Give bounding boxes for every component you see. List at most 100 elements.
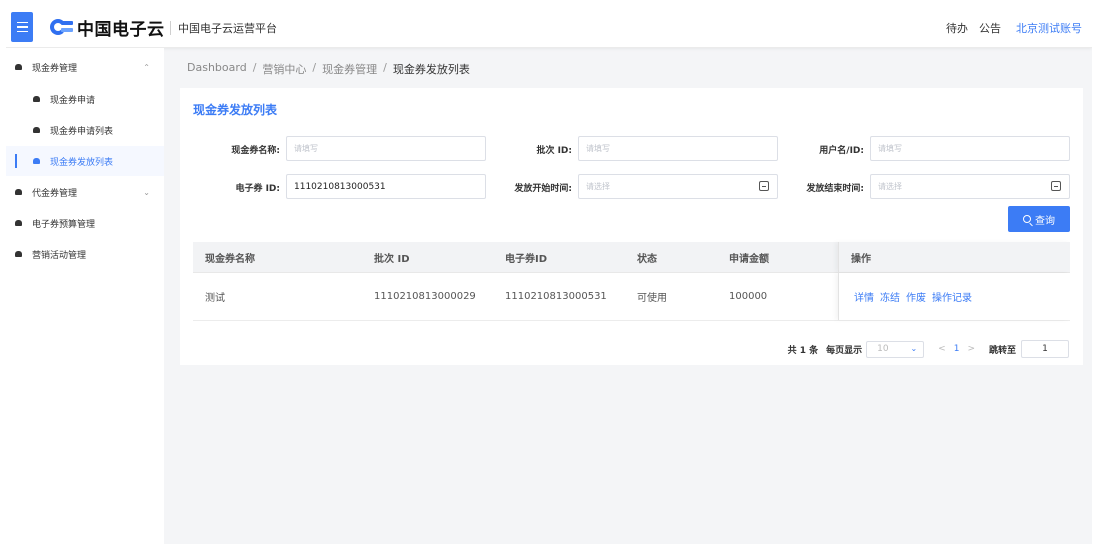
sidebar-item-label: 营销活动管理 bbox=[32, 250, 87, 261]
void-link[interactable]: 作废 bbox=[906, 289, 926, 304]
search-icon bbox=[1023, 215, 1031, 223]
breadcrumb-sep: / bbox=[383, 61, 387, 74]
issue-start-picker[interactable]: 请选择 bbox=[578, 174, 778, 199]
issue-end-picker[interactable]: 请选择 bbox=[870, 174, 1070, 199]
page-size-select[interactable]: 10 ⌄ bbox=[866, 340, 925, 358]
col-header-batch-id: 批次 ID bbox=[374, 253, 410, 265]
prev-page-button[interactable]: < bbox=[938, 344, 946, 354]
issue-start-label: 发放开始时间: bbox=[514, 184, 572, 194]
col-header-ecoupon-id: 电子券ID bbox=[505, 253, 548, 265]
sidebar-group-icon bbox=[15, 64, 22, 70]
chevron-down-icon: ⌄ bbox=[910, 343, 918, 353]
col-header-actions-label: 操作 bbox=[851, 253, 871, 265]
sidebar-item-cash-coupon-issue-list[interactable]: 现金券发放列表 bbox=[6, 146, 164, 176]
breadcrumb-current: 现金券发放列表 bbox=[392, 63, 470, 76]
table-header: 现金券名称 批次 ID 电子券ID 状态 申请金额 操作 bbox=[193, 242, 1070, 273]
main-card: 现金券发放列表 现金券名称: 请填写 批次 ID: 请填写 用户名/ID: 请填… bbox=[180, 88, 1083, 365]
page-number-1[interactable]: 1 bbox=[954, 344, 960, 354]
top-header: 中国电子云 中国电子云运营平台 待办 公告 北京测试账号 bbox=[6, 6, 1092, 48]
placeholder: 请填写 bbox=[878, 144, 902, 153]
sidebar-item-label: 现金券申请 bbox=[50, 95, 96, 106]
search-button[interactable]: 查询 bbox=[1008, 206, 1070, 232]
header-divider bbox=[170, 21, 171, 35]
freeze-link[interactable]: 冻结 bbox=[880, 289, 900, 304]
sidebar: 现金券管理 ⌃ 现金券申请 现金券申请列表 现金券发放列表 代金券管理 ⌄ 电子… bbox=[6, 48, 164, 544]
calendar-icon bbox=[1051, 181, 1061, 191]
chevron-down-icon: ⌄ bbox=[143, 187, 150, 197]
cell-name: 测试 bbox=[205, 293, 225, 304]
placeholder: 请选择 bbox=[878, 182, 902, 191]
sidebar-item-label: 现金券发放列表 bbox=[50, 157, 114, 168]
table-row: 测试 1110210813000029 1110210813000531 可使用… bbox=[193, 273, 1070, 321]
app-window: 中国电子云 中国电子云运营平台 待办 公告 北京测试账号 现金券管理 ⌃ 现金券… bbox=[6, 6, 1092, 544]
hamburger-menu-icon[interactable] bbox=[11, 12, 33, 42]
user-id-input[interactable]: 请填写 bbox=[870, 136, 1070, 161]
jump-page-input[interactable]: 1 bbox=[1021, 340, 1069, 358]
per-page-label: 每页显示 bbox=[826, 345, 863, 356]
logo-mark-icon bbox=[50, 18, 74, 36]
cell-status: 可使用 bbox=[637, 293, 667, 304]
ecoupon-id-input[interactable]: 1110210813000531 bbox=[286, 174, 486, 199]
next-page-button[interactable]: > bbox=[967, 344, 975, 354]
col-header-name: 现金券名称 bbox=[205, 253, 255, 265]
todo-link[interactable]: 待办 bbox=[946, 20, 968, 36]
sidebar-item-voucher-mgmt[interactable]: 代金券管理 ⌄ bbox=[6, 177, 164, 207]
placeholder: 请选择 bbox=[586, 182, 610, 191]
coupon-name-input[interactable]: 请填写 bbox=[286, 136, 486, 161]
active-indicator bbox=[15, 154, 17, 168]
col-header-status: 状态 bbox=[637, 253, 657, 265]
logo-text: 中国电子云 bbox=[77, 19, 165, 40]
coupon-name-label: 现金券名称: bbox=[231, 146, 280, 156]
batch-id-input[interactable]: 请填写 bbox=[578, 136, 778, 161]
breadcrumb-sep: / bbox=[252, 61, 257, 74]
sidebar-group-icon bbox=[15, 220, 22, 226]
detail-link[interactable]: 详情 bbox=[854, 289, 874, 304]
sidebar-item-label: 代金券管理 bbox=[32, 188, 78, 199]
chevron-up-icon: ⌃ bbox=[143, 62, 150, 72]
breadcrumb-cash-coupon[interactable]: 现金券管理 bbox=[322, 61, 377, 77]
logo[interactable]: 中国电子云 bbox=[50, 16, 165, 40]
cell-ecoupon-id: 1110210813000531 bbox=[505, 291, 607, 302]
calendar-icon bbox=[759, 181, 769, 191]
sidebar-item-icon bbox=[33, 158, 40, 164]
sidebar-item-cash-coupon-apply-list[interactable]: 现金券申请列表 bbox=[6, 115, 164, 145]
account-link[interactable]: 北京测试账号 bbox=[1016, 20, 1082, 36]
sidebar-item-budget-mgmt[interactable]: 电子券预算管理 bbox=[6, 208, 164, 238]
breadcrumb-dashboard[interactable]: Dashboard bbox=[187, 61, 247, 77]
sidebar-item-cash-coupon-apply[interactable]: 现金券申请 bbox=[6, 84, 164, 114]
sidebar-item-cash-coupon-mgmt[interactable]: 现金券管理 ⌃ bbox=[6, 52, 164, 82]
ecoupon-id-label: 电子券 ID: bbox=[235, 184, 280, 194]
total-count: 共 1 条 bbox=[787, 345, 819, 356]
operation-log-link[interactable]: 操作记录 bbox=[932, 289, 972, 304]
breadcrumb-sep: / bbox=[312, 61, 317, 74]
cell-actions: 详情 冻结 作废 操作记录 bbox=[838, 273, 1070, 320]
batch-id-label: 批次 ID: bbox=[536, 146, 572, 156]
platform-title: 中国电子云运营平台 bbox=[178, 22, 277, 35]
placeholder: 请填写 bbox=[586, 144, 610, 153]
page-size-value: 10 bbox=[877, 344, 889, 354]
breadcrumb: Dashboard / 营销中心 / 现金券管理 / 现金券发放列表 bbox=[187, 61, 470, 77]
cell-batch-id: 1110210813000029 bbox=[374, 291, 476, 302]
sidebar-item-marketing-mgmt[interactable]: 营销活动管理 bbox=[6, 239, 164, 269]
issue-end-label: 发放结束时间: bbox=[806, 184, 864, 194]
sidebar-item-icon bbox=[33, 96, 40, 102]
cell-amount: 100000 bbox=[729, 291, 768, 302]
col-header-amount: 申请金额 bbox=[729, 253, 769, 265]
col-header-actions: 操作 bbox=[838, 242, 1070, 272]
sidebar-group-icon bbox=[15, 189, 22, 195]
header-actions: 待办 公告 北京测试账号 bbox=[946, 20, 1082, 36]
placeholder: 请填写 bbox=[294, 144, 318, 153]
sidebar-item-label: 现金券申请列表 bbox=[50, 126, 114, 137]
breadcrumb-marketing[interactable]: 营销中心 bbox=[262, 61, 306, 77]
pagination: 共 1 条 每页显示 10 ⌄ < 1 > 跳转至 1 bbox=[788, 340, 1069, 358]
jump-label: 跳转至 bbox=[988, 345, 1016, 356]
user-id-label: 用户名/ID: bbox=[819, 146, 864, 156]
sidebar-group-icon bbox=[15, 251, 22, 257]
sidebar-item-icon bbox=[33, 127, 40, 133]
search-button-label: 查询 bbox=[1035, 215, 1055, 227]
notice-link[interactable]: 公告 bbox=[979, 20, 1001, 36]
sidebar-item-label: 电子券预算管理 bbox=[32, 219, 96, 230]
sidebar-item-label: 现金券管理 bbox=[32, 63, 78, 74]
page-title: 现金券发放列表 bbox=[193, 103, 278, 117]
coupon-table: 现金券名称 批次 ID 电子券ID 状态 申请金额 操作 测试 11102108… bbox=[193, 242, 1070, 321]
